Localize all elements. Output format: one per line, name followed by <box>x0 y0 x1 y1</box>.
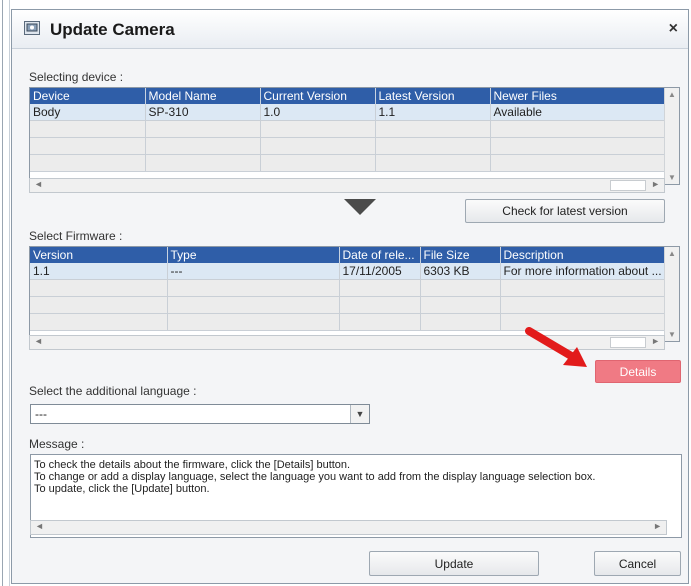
scroll-left-icon[interactable]: ◄ <box>34 336 43 346</box>
scroll-up-icon[interactable]: ▲ <box>668 249 676 258</box>
check-latest-version-button[interactable]: Check for latest version <box>465 199 665 223</box>
select-firmware-label: Select Firmware : <box>29 229 123 243</box>
cell-version: 1.1 <box>30 263 168 280</box>
column-header-device[interactable]: Device <box>30 88 146 104</box>
column-header-current-version[interactable]: Current Version <box>260 88 376 104</box>
empty-row <box>30 137 666 155</box>
cell-file-size: 6303 KB <box>420 263 501 280</box>
scroll-left-icon[interactable]: ◄ <box>34 179 43 189</box>
window-edge <box>2 0 10 586</box>
scroll-right-icon[interactable]: ► <box>651 336 660 346</box>
language-select-value: --- <box>35 407 47 421</box>
cancel-button[interactable]: Cancel <box>594 551 681 576</box>
cell-description: For more information about ... <box>500 263 667 280</box>
column-header-type[interactable]: Type <box>167 247 340 263</box>
scroll-down-icon[interactable]: ▼ <box>668 330 676 339</box>
dropdown-arrow-icon[interactable]: ▼ <box>350 405 369 423</box>
close-icon[interactable]: × <box>669 20 678 38</box>
cell-date: 17/11/2005 <box>339 263 421 280</box>
column-header-latest-version[interactable]: Latest Version <box>375 88 491 104</box>
empty-row <box>30 296 667 314</box>
column-header-file-size[interactable]: File Size <box>420 247 501 263</box>
camera-update-icon <box>24 21 40 35</box>
message-horizontal-scrollbar[interactable]: ◄ ► <box>30 520 667 535</box>
column-header-model-name[interactable]: Model Name <box>145 88 261 104</box>
title-bar[interactable]: Update Camera × <box>12 10 688 49</box>
empty-row <box>30 154 666 172</box>
scroll-thumb[interactable] <box>610 337 646 348</box>
column-header-date-of-release[interactable]: Date of rele... <box>339 247 421 263</box>
device-vertical-scrollbar[interactable]: ▲ ▼ <box>664 88 679 184</box>
dialog-title: Update Camera <box>50 20 175 39</box>
additional-language-label: Select the additional language : <box>29 384 197 398</box>
cell-model-name: SP-310 <box>145 104 261 121</box>
update-camera-dialog: Update Camera × Selecting device : Devic… <box>11 9 689 584</box>
device-table[interactable]: Device Model Name Current Version Latest… <box>29 87 680 185</box>
scroll-right-icon[interactable]: ► <box>653 521 662 531</box>
empty-row <box>30 279 667 297</box>
selecting-device-label: Selecting device : <box>29 70 124 84</box>
column-header-description[interactable]: Description <box>500 247 667 263</box>
scroll-up-icon[interactable]: ▲ <box>668 90 676 99</box>
empty-row <box>30 120 666 138</box>
column-header-version[interactable]: Version <box>30 247 168 263</box>
cell-type: --- <box>167 263 340 280</box>
message-line: To update, click the [Update] button. <box>34 483 210 495</box>
message-line: To change or add a display language, sel… <box>34 471 596 483</box>
table-row[interactable]: Body SP-310 1.0 1.1 Available <box>30 104 666 121</box>
cell-current-version: 1.0 <box>260 104 376 121</box>
device-horizontal-scrollbar[interactable]: ◄ ► <box>29 178 665 193</box>
message-line: To check the details about the firmware,… <box>34 459 351 471</box>
scroll-left-icon[interactable]: ◄ <box>35 521 44 531</box>
cell-latest-version: 1.1 <box>375 104 491 121</box>
down-arrow-icon <box>344 199 376 215</box>
cell-device: Body <box>30 104 146 121</box>
table-row[interactable]: 1.1 --- 17/11/2005 6303 KB For more info… <box>30 263 667 280</box>
scroll-down-icon[interactable]: ▼ <box>668 173 676 182</box>
message-label: Message : <box>29 437 85 451</box>
cell-newer-files: Available <box>490 104 666 121</box>
red-pointer-arrow-icon <box>525 327 587 367</box>
scroll-right-icon[interactable]: ► <box>651 179 660 189</box>
scroll-thumb[interactable] <box>610 180 646 191</box>
update-button[interactable]: Update <box>369 551 539 576</box>
column-header-newer-files[interactable]: Newer Files <box>490 88 666 104</box>
firmware-vertical-scrollbar[interactable]: ▲ ▼ <box>664 247 679 341</box>
language-select[interactable]: --- ▼ <box>30 404 370 424</box>
details-button[interactable]: Details <box>595 360 681 383</box>
